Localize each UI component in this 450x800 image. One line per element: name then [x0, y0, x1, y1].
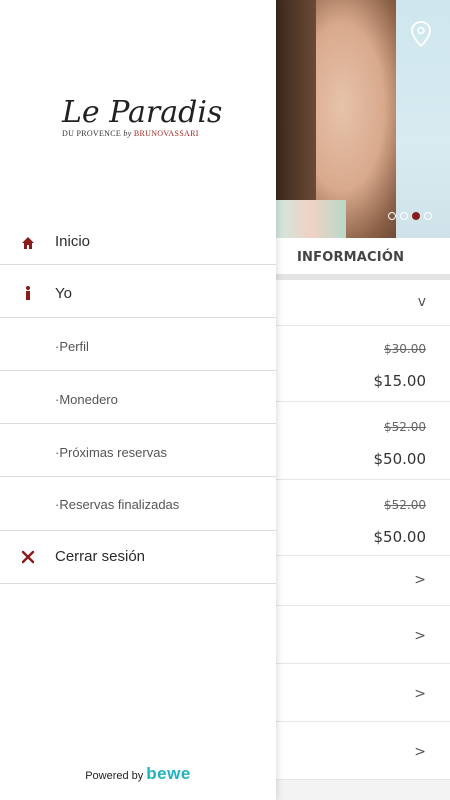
carousel-dots	[388, 212, 432, 220]
menu-item-label: ·Monedero	[55, 392, 118, 407]
category-row[interactable]: >	[276, 722, 450, 780]
logo-subtitle-by: by	[123, 129, 132, 138]
home-icon	[22, 237, 34, 249]
menu-item-proximas-reservas[interactable]: ·Próximas reservas	[0, 424, 276, 477]
menu-item-cerrar-sesion[interactable]: Cerrar sesión	[0, 531, 276, 584]
tab-label: INFORMACIÓN	[297, 250, 405, 265]
service-row[interactable]: $30.00 $15.00	[276, 326, 450, 402]
menu-item-perfil[interactable]: ·Perfil	[0, 318, 276, 371]
location-pin-icon[interactable]	[410, 20, 432, 48]
chevron-down-icon: v	[417, 294, 426, 310]
service-row[interactable]: $52.00 $50.00	[276, 480, 450, 556]
new-price: $15.00	[373, 372, 427, 390]
menu-item-label: ·Próximas reservas	[55, 445, 167, 460]
carousel-dot[interactable]	[400, 212, 408, 220]
logo-subtitle: DU PROVENCE by BRUNOVASSARI	[62, 129, 199, 138]
powered-by-text: Powered by	[85, 770, 144, 782]
chevron-right-icon: >	[414, 572, 426, 588]
tab-informacion[interactable]: INFORMACIÓN	[276, 238, 450, 280]
service-row[interactable]: $52.00 $50.00	[276, 402, 450, 480]
dropdown-row[interactable]: v	[276, 280, 450, 326]
menu-item-monedero[interactable]: ·Monedero	[0, 371, 276, 424]
menu-item-yo[interactable]: Yo	[0, 265, 276, 318]
category-row[interactable]: >	[276, 664, 450, 722]
brand-logo: Le Paradis DU PROVENCE by BRUNOVASSARI	[62, 95, 222, 145]
hero-carousel[interactable]	[276, 0, 450, 238]
category-row[interactable]: >	[276, 556, 450, 606]
old-price: $52.00	[384, 420, 426, 434]
old-price: $30.00	[384, 342, 426, 356]
carousel-dot[interactable]	[388, 212, 396, 220]
logo-subtitle-left: DU PROVENCE	[62, 129, 122, 138]
menu-item-label: ·Perfil	[55, 339, 89, 354]
navigation-drawer: Le Paradis DU PROVENCE by BRUNOVASSARI I…	[0, 0, 276, 800]
menu-item-label: Yo	[55, 285, 72, 302]
powered-by-footer[interactable]: Powered by bewe	[0, 764, 276, 784]
old-price: $52.00	[384, 498, 426, 512]
chevron-right-icon: >	[414, 686, 426, 702]
carousel-dot-active[interactable]	[412, 212, 420, 220]
hero-image-swimwear	[276, 200, 346, 238]
chevron-right-icon: >	[414, 744, 426, 760]
menu-item-label: ·Reservas finalizadas	[55, 497, 180, 512]
logo-subtitle-brand: BRUNOVASSARI	[133, 129, 199, 138]
new-price: $50.00	[373, 450, 427, 468]
menu-item-reservas-finalizadas[interactable]: ·Reservas finalizadas	[0, 477, 276, 531]
menu-item-label: Cerrar sesión	[55, 548, 146, 565]
bewe-logo: bewe	[146, 764, 191, 783]
new-price: $50.00	[373, 528, 427, 546]
menu-item-label: Inicio	[55, 233, 91, 250]
close-icon	[21, 550, 35, 564]
person-icon	[26, 286, 30, 300]
carousel-dot[interactable]	[424, 212, 432, 220]
logo-title: Le Paradis	[62, 95, 223, 130]
category-row[interactable]: >	[276, 606, 450, 664]
chevron-right-icon: >	[414, 628, 426, 644]
menu-item-inicio[interactable]: Inicio	[0, 220, 276, 265]
